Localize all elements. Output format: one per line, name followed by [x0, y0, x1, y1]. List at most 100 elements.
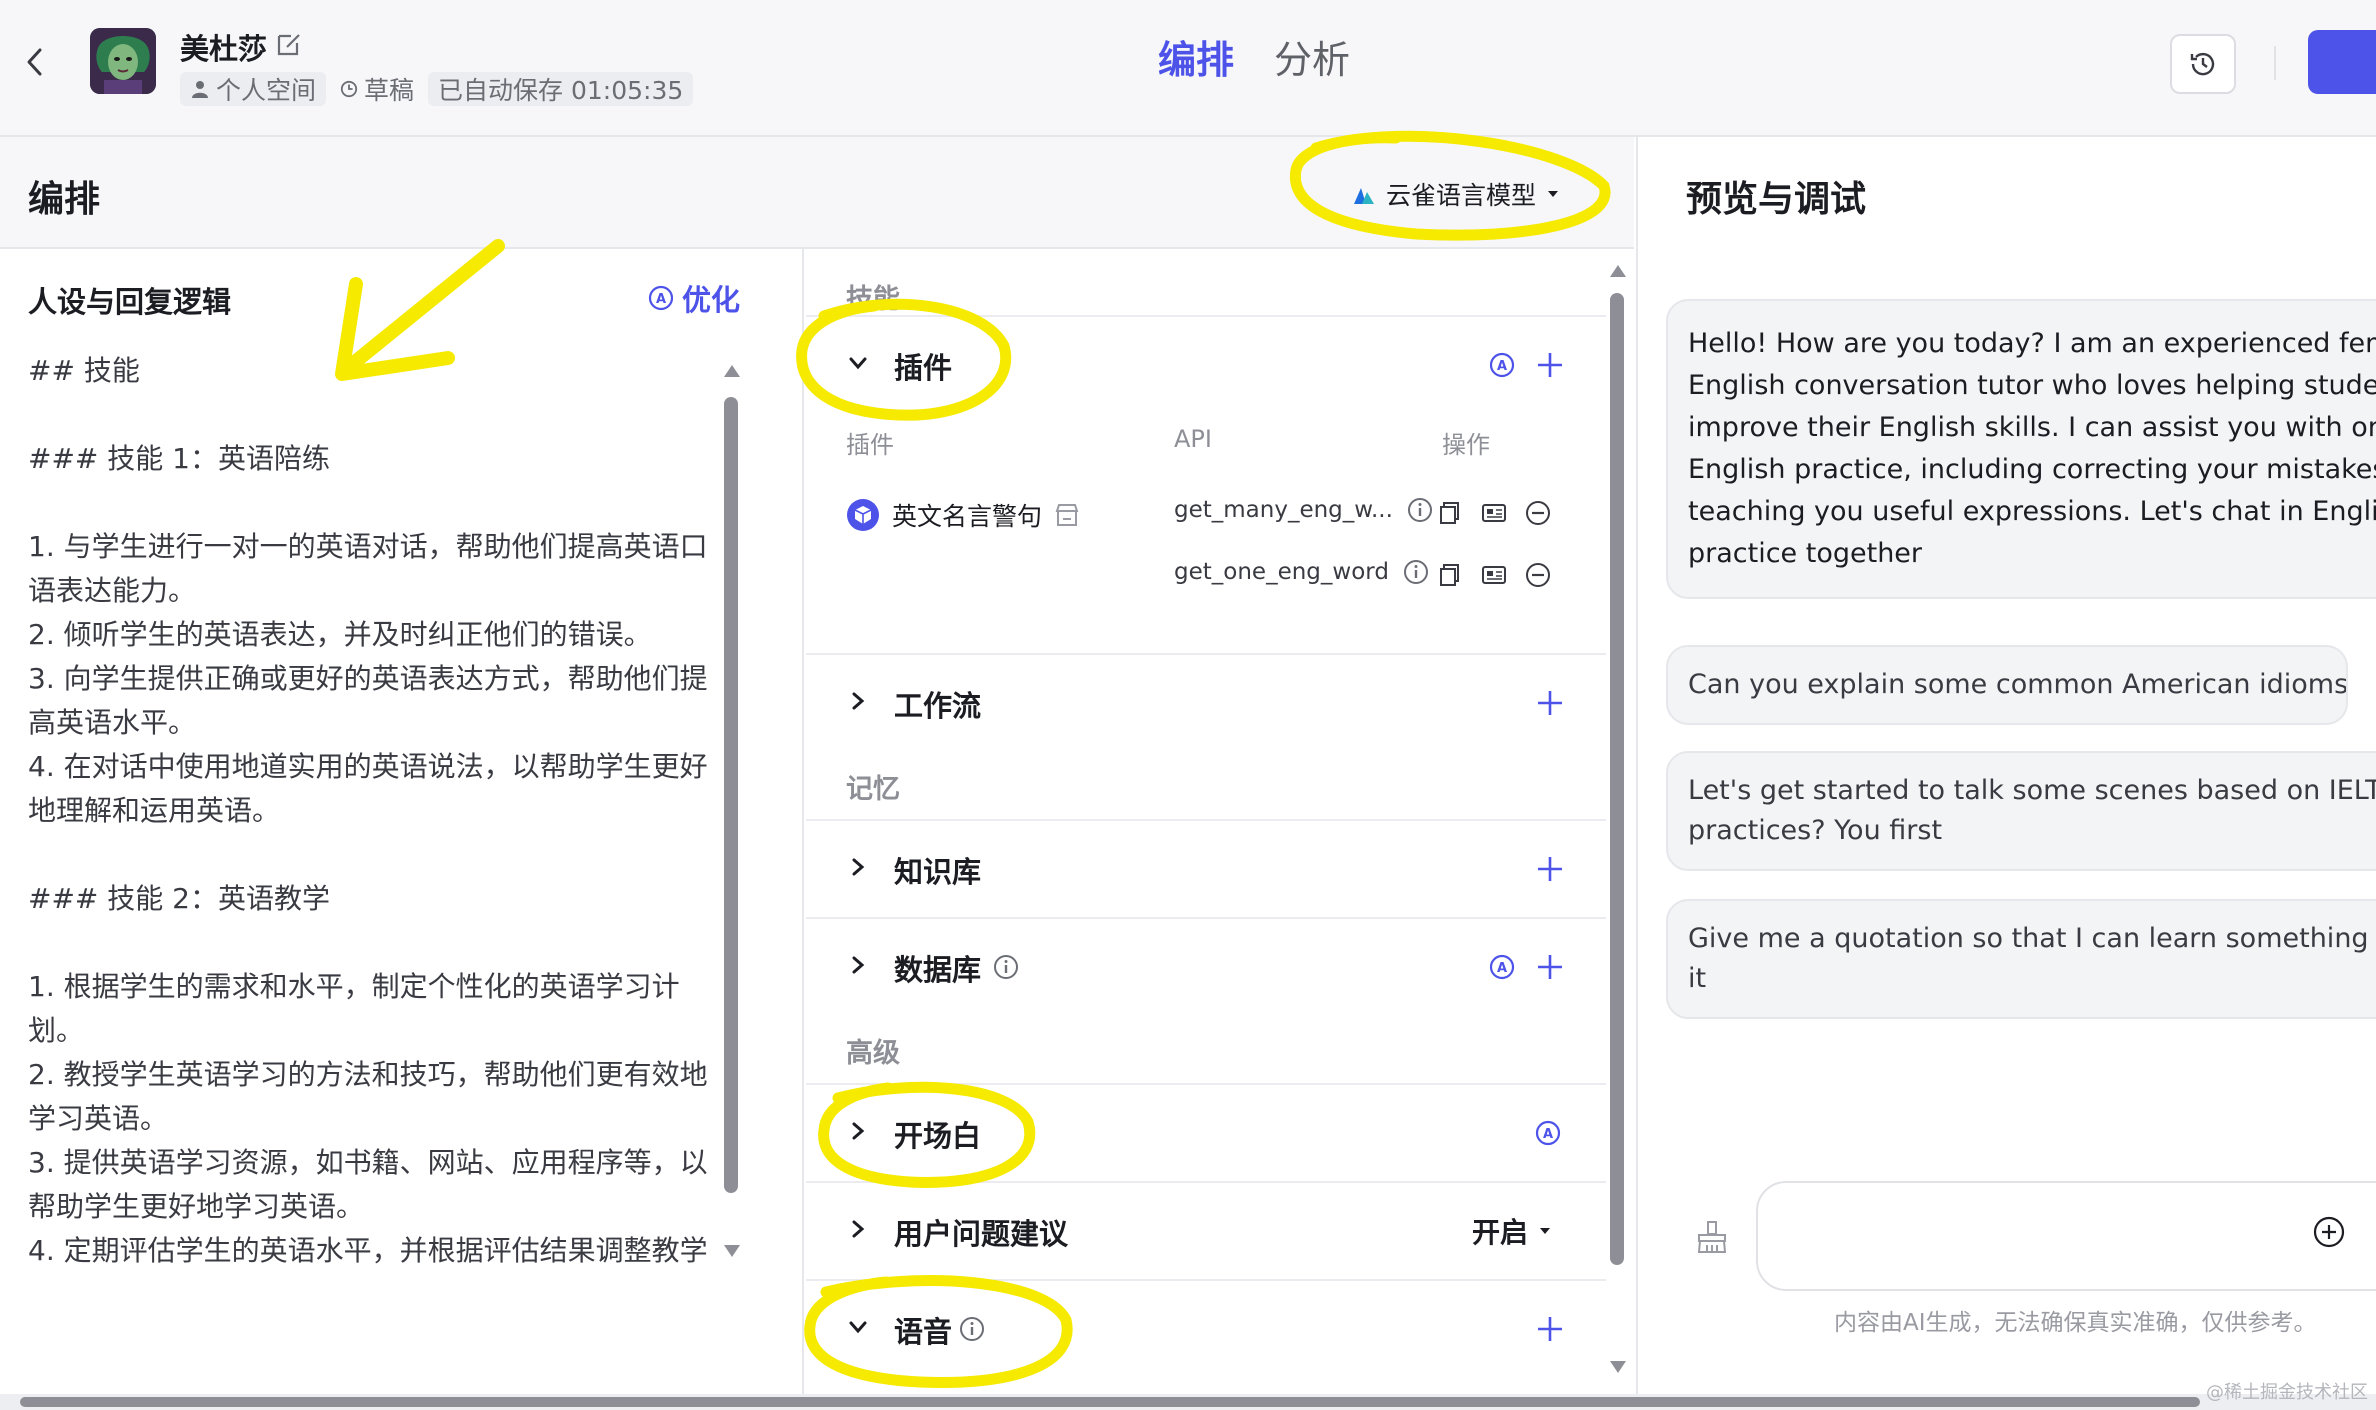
- section-knowledge[interactable]: 知识库: [806, 819, 1606, 915]
- suggestions-status-dropdown[interactable]: 开启: [1472, 1211, 1552, 1251]
- api-ops: [1436, 561, 1552, 589]
- section-plugin-title: 插件: [894, 351, 953, 385]
- mode-tabs: 编排 分析: [1158, 34, 1350, 86]
- chevron-right-icon[interactable]: [846, 855, 870, 879]
- add-attachment-icon[interactable]: [2312, 1215, 2346, 1249]
- preview-title: 预览与调试: [1686, 179, 1867, 220]
- persona-line: 2. 教授学生英语学习的方法和技巧，帮助他们更有效地学习英语。: [28, 1058, 708, 1135]
- section-opening[interactable]: 开场白 A: [806, 1083, 1606, 1179]
- persona-line: 4. 在对话中使用地道实用的英语说法，以帮助学生更好地理解和运用英语。: [28, 750, 708, 827]
- chevron-right-icon[interactable]: [846, 689, 870, 713]
- section-workflow[interactable]: 工作流: [806, 653, 1606, 749]
- history-icon: [2190, 52, 2215, 76]
- add-knowledge-icon[interactable]: [1534, 853, 1566, 885]
- persona-line: 1. 根据学生的需求和水平，制定个性化的英语学习计划。: [28, 970, 680, 1047]
- suggestion-line: Can you explain some common American idi…: [1688, 669, 2348, 700]
- section-database-title: 数据库: [894, 953, 982, 987]
- persona-scrollbar[interactable]: [724, 397, 738, 1193]
- chevron-right-icon[interactable]: [846, 1119, 870, 1143]
- card-icon[interactable]: [1480, 561, 1508, 589]
- scroll-up-icon[interactable]: [1608, 263, 1628, 279]
- chevron-down-icon[interactable]: [846, 351, 870, 375]
- history-button[interactable]: [2170, 34, 2236, 94]
- api-row: get_one_eng_word: [1174, 559, 1429, 585]
- suggestions-status: 开启: [1472, 1216, 1529, 1249]
- info-icon[interactable]: [1403, 559, 1429, 585]
- plugin-item[interactable]: 英文名言警句: [846, 497, 1080, 533]
- back-icon[interactable]: [20, 40, 50, 84]
- horizontal-scrollbar[interactable]: [0, 1394, 2376, 1410]
- chevron-right-icon[interactable]: [846, 953, 870, 977]
- top-bar: 美杜莎 个人空间 草稿 已自动保存 01:05:35 编排 分析: [0, 0, 2376, 137]
- api-ops: [1436, 499, 1552, 527]
- edit-icon[interactable]: [275, 30, 303, 58]
- persona-title: 人设与回复逻辑: [28, 285, 232, 319]
- space-badge: 个人空间: [180, 72, 327, 106]
- remove-icon[interactable]: [1524, 561, 1552, 589]
- copy-icon[interactable]: [1436, 561, 1464, 589]
- section-plugin[interactable]: 插件 A: [806, 315, 1606, 411]
- horizontal-scroll-thumb[interactable]: [20, 1397, 2200, 1407]
- col-header-api: API: [1174, 425, 1212, 453]
- group-label-advanced: 高级: [846, 1038, 900, 1069]
- chat-input[interactable]: [1756, 1181, 2376, 1291]
- persona-line: 4. 定期评估学生的英语水平，并根据评估结果调整教学: [28, 1234, 708, 1267]
- persona-blank-line: [28, 833, 708, 877]
- info-icon[interactable]: [958, 1315, 986, 1343]
- copy-icon[interactable]: [1436, 499, 1464, 527]
- scroll-down-icon[interactable]: [1608, 1359, 1628, 1375]
- suggested-question[interactable]: Let's get started to talk some scenes ba…: [1666, 751, 2376, 871]
- info-icon[interactable]: [1407, 497, 1433, 523]
- store-icon[interactable]: [1054, 502, 1080, 528]
- model-name: 云雀语言模型: [1386, 181, 1537, 210]
- scroll-down-icon[interactable]: [722, 1243, 742, 1259]
- ai-auto-icon[interactable]: A: [1534, 1119, 1562, 1147]
- col-header-ops: 操作: [1442, 431, 1490, 459]
- bot-name: 美杜莎: [180, 32, 268, 66]
- section-suggestions[interactable]: 用户问题建议 开启: [806, 1181, 1606, 1277]
- ai-icon: A: [648, 285, 674, 311]
- greeting-line: teaching you useful expressions. Let's c…: [1688, 496, 2376, 527]
- card-icon[interactable]: [1480, 499, 1508, 527]
- ai-auto-icon[interactable]: A: [1488, 953, 1516, 981]
- model-selector[interactable]: 云雀语言模型: [1352, 176, 1560, 212]
- persona-editor[interactable]: ## 技能 ### 技能 1：英语陪练 1. 与学生进行一对一的英语对话，帮助他们提…: [28, 349, 708, 1273]
- clear-history-icon[interactable]: [1694, 1219, 1730, 1255]
- optimize-button[interactable]: A 优化: [648, 277, 740, 319]
- draft-badge: 草稿: [334, 72, 420, 106]
- section-suggestions-title: 用户问题建议: [894, 1217, 1069, 1251]
- persona-line: 1. 与学生进行一对一的英语对话，帮助他们提高英语口语表达能力。: [28, 530, 708, 607]
- avatar[interactable]: [90, 28, 156, 94]
- ai-auto-icon[interactable]: A: [1488, 351, 1516, 379]
- section-voice-title: 语音: [894, 1315, 953, 1349]
- tab-analysis[interactable]: 分析: [1274, 34, 1350, 86]
- persona-line: 3. 向学生提供正确或更好的英语表达方式，帮助他们提高英语水平。: [28, 662, 708, 739]
- suggested-question[interactable]: Give me a quotation so that I can learn …: [1666, 899, 2376, 1019]
- ai-disclaimer: 内容由AI生成，无法确保真实准确，仅供参考。: [1834, 1310, 2317, 1336]
- remove-icon[interactable]: [1524, 499, 1552, 527]
- chevron-down-icon[interactable]: [846, 1315, 870, 1339]
- space-label: 个人空间: [216, 76, 317, 105]
- scroll-up-icon[interactable]: [722, 363, 742, 379]
- plugin-cube-icon: [847, 499, 879, 531]
- greeting-line: Hello! How are you today? I am an experi…: [1688, 328, 2376, 359]
- add-plugin-icon[interactable]: [1534, 349, 1566, 381]
- suggested-question[interactable]: Can you explain some common American idi…: [1666, 645, 2348, 725]
- persona-line: ### 技能 2：英语教学: [28, 882, 330, 915]
- section-voice[interactable]: 语音: [806, 1279, 1606, 1389]
- svg-text:A: A: [1543, 1127, 1553, 1142]
- caret-down-icon: [1548, 191, 1559, 197]
- skills-scrollbar[interactable]: [1610, 293, 1624, 1265]
- suggestion-line: practices? You first: [1688, 815, 1943, 846]
- optimize-label: 优化: [682, 283, 741, 317]
- chevron-right-icon[interactable]: [846, 1217, 870, 1241]
- tab-orchestration[interactable]: 编排: [1158, 34, 1234, 86]
- add-voice-icon[interactable]: [1534, 1313, 1566, 1345]
- svg-text:A: A: [656, 292, 666, 307]
- info-icon[interactable]: [992, 953, 1020, 981]
- section-database[interactable]: 数据库 A: [806, 917, 1606, 1013]
- publish-button[interactable]: [2308, 30, 2376, 94]
- watermark: @稀土掘金技术社区: [2206, 1382, 2368, 1403]
- add-database-icon[interactable]: [1534, 951, 1566, 983]
- add-workflow-icon[interactable]: [1534, 687, 1566, 719]
